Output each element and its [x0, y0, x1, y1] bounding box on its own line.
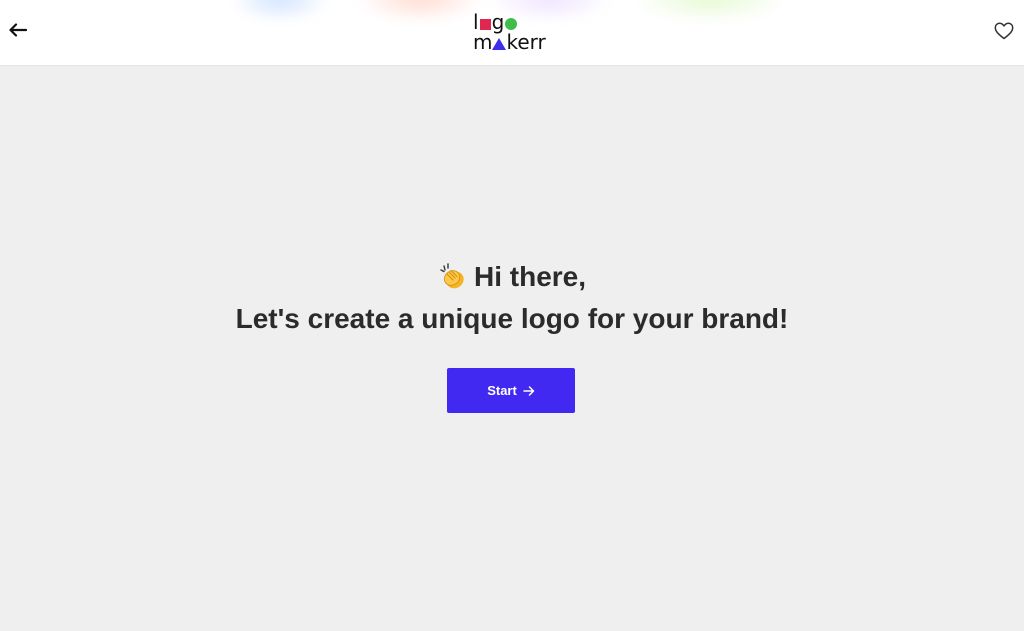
- favorites-button[interactable]: [992, 19, 1016, 43]
- headline-text: Let's create a unique logo for your bran…: [235, 303, 789, 334]
- start-button[interactable]: Start: [447, 368, 575, 413]
- greeting-heading: Hi there,: [0, 256, 1024, 298]
- arrow-left-icon: [9, 23, 27, 37]
- logo-square-shape: [479, 19, 491, 30]
- logo-triangle-shape: [492, 38, 507, 50]
- logo-letter: m: [473, 30, 493, 54]
- logo-letter: l: [473, 10, 479, 34]
- logo[interactable]: l g m kerr: [473, 9, 553, 53]
- logo-letter: g: [491, 10, 505, 34]
- heart-outline-icon: [994, 22, 1014, 40]
- logo-top-line: l g: [473, 10, 518, 34]
- arrow-right-icon: [523, 385, 535, 396]
- back-button[interactable]: [6, 18, 30, 42]
- welcome-section: Hi there, Let's create a unique logo for…: [0, 256, 1024, 340]
- greeting-text: Hi there,: [473, 261, 587, 292]
- clapping-hands-icon: [438, 262, 468, 292]
- logo-circle-shape: [505, 18, 518, 30]
- top-bar: l g m kerr: [0, 0, 1024, 66]
- logo-letters: kerr: [506, 30, 546, 54]
- start-button-label: Start: [487, 383, 517, 398]
- logo-bottom-line: m kerr: [473, 30, 546, 52]
